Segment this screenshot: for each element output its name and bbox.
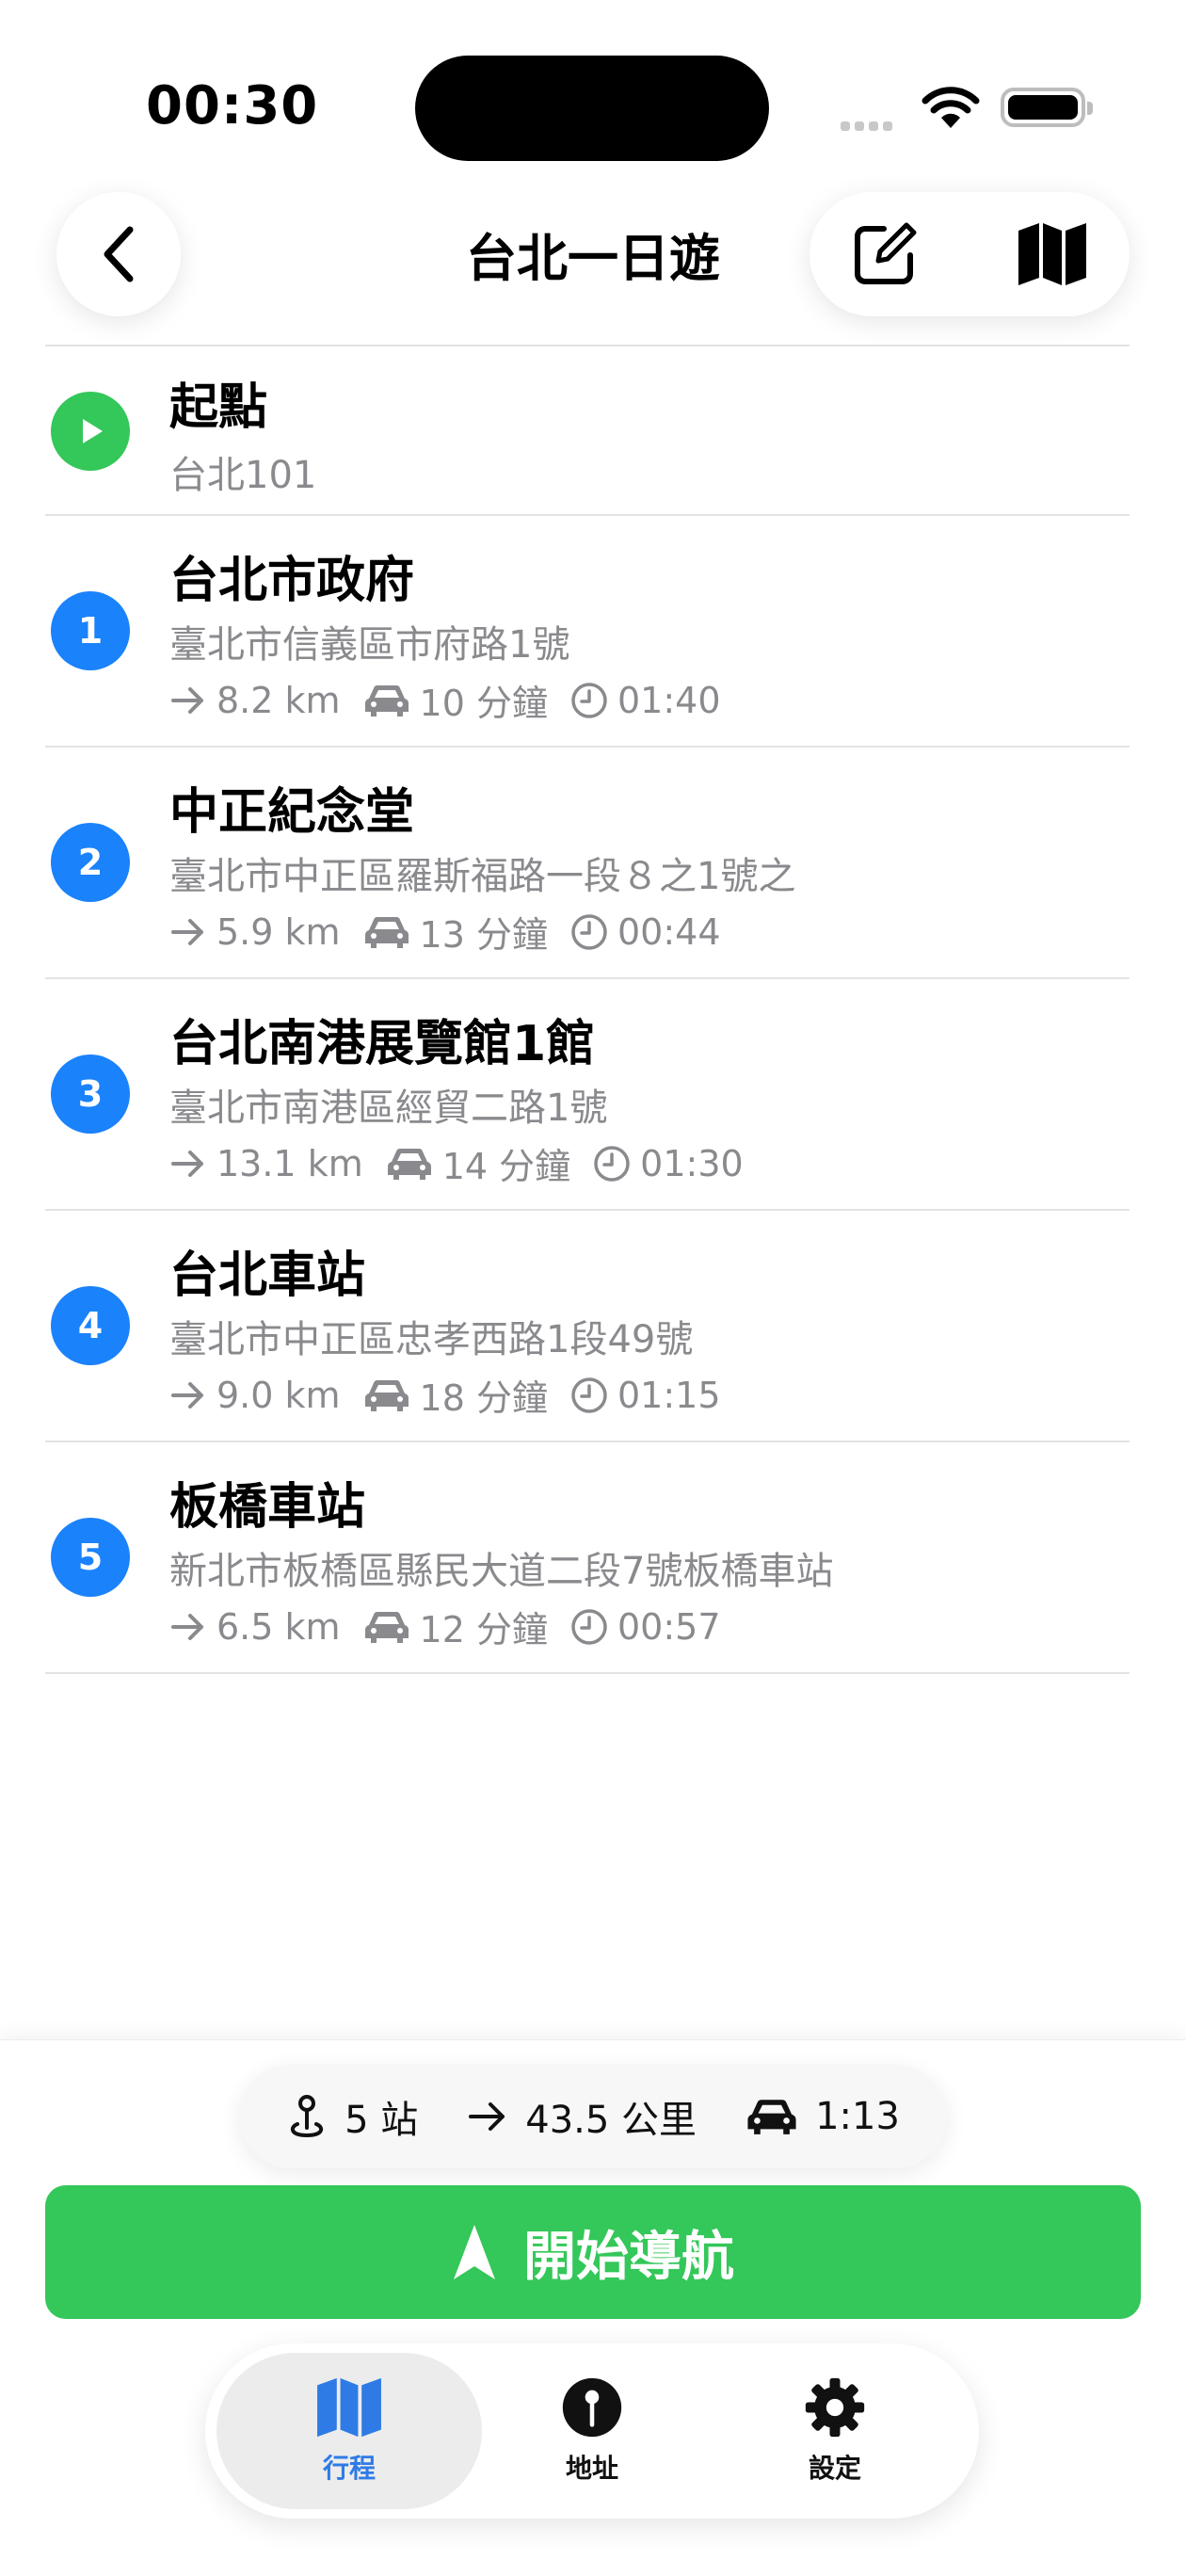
arrow-right-icon	[169, 1612, 207, 1642]
stop-address: 臺北市南港區經貿二路1號	[169, 1087, 608, 1130]
stop-row[interactable]: 1 台北市政府 臺北市信義區市府路1號 8.2 km 10 分鐘 01:40	[45, 516, 1130, 748]
stops-container: 1 台北市政府 臺北市信義區市府路1號 8.2 km 10 分鐘 01:40 2…	[45, 516, 1130, 1674]
arrow-right-icon	[169, 917, 207, 947]
arrow-right-icon	[169, 1149, 207, 1179]
stop-number-badge: 5	[51, 1518, 130, 1597]
tab-bar: 行程 地址 設定	[205, 2343, 979, 2519]
clock-icon	[593, 1145, 631, 1183]
tab-settings[interactable]: 設定	[702, 2353, 968, 2509]
stop-row[interactable]: 2 中正紀念堂 臺北市中正區羅斯福路一段８之1號之 5.9 km 13 分鐘 0…	[45, 748, 1130, 979]
stop-name: 台北南港展覽館1館	[169, 1016, 596, 1072]
stop-meta: 6.5 km 12 分鐘 00:57	[169, 1601, 744, 1652]
summary-duration: 1:13	[815, 2095, 900, 2138]
stop-address: 臺北市信義區市府路1號	[169, 623, 570, 667]
stop-distance: 8.2 km	[216, 679, 341, 721]
navigation-arrow-icon	[452, 2223, 497, 2281]
start-point-row[interactable]: 起點 台北101	[45, 346, 1130, 516]
stop-distance: 6.5 km	[216, 1605, 341, 1648]
route-summary: 5 站 43.5 公里 1:13	[239, 2065, 947, 2168]
page-title: 台北一日遊	[466, 229, 720, 288]
tab-route[interactable]: 行程	[216, 2353, 482, 2509]
clock-icon	[570, 1377, 608, 1414]
status-bar: 00:30	[0, 0, 1186, 188]
start-label: 起點	[169, 379, 268, 436]
stop-name: 台北市政府	[169, 553, 415, 609]
tab-address[interactable]: 地址	[459, 2353, 725, 2509]
stop-row[interactable]: 5 板橋車站 新北市板橋區縣民大道二段7號板橋車站 6.5 km 12 分鐘 0…	[45, 1442, 1130, 1674]
car-icon	[363, 684, 410, 717]
stop-distance: 5.9 km	[216, 910, 341, 953]
start-address: 台北101	[169, 454, 317, 497]
car-icon	[745, 2098, 798, 2135]
map-icon	[315, 2376, 383, 2439]
stop-list: 起點 台北101 1 台北市政府 臺北市信義區市府路1號 8.2 km 10 分…	[45, 345, 1130, 1674]
tab-settings-label: 設定	[808, 2453, 861, 2484]
car-icon	[386, 1147, 433, 1181]
play-icon	[51, 392, 130, 471]
battery-icon	[1001, 88, 1093, 127]
header-actions	[809, 192, 1130, 316]
stop-number-badge: 2	[51, 823, 130, 902]
clock-icon	[570, 682, 608, 719]
wifi-icon	[921, 85, 981, 134]
pin-icon	[558, 2376, 626, 2439]
arrow-right-icon	[169, 685, 207, 716]
start-navigation-button[interactable]: 開始導航	[45, 2185, 1141, 2319]
stop-meta: 5.9 km 13 分鐘 00:44	[169, 906, 744, 958]
stop-meta: 8.2 km 10 分鐘 01:40	[169, 674, 744, 726]
stop-meta: 13.1 km 14 分鐘 01:30	[169, 1137, 766, 1189]
summary-stops: 5 站	[345, 2099, 419, 2142]
stop-number-badge: 1	[51, 591, 130, 670]
start-navigation-label: 開始導航	[523, 2226, 734, 2288]
stop-drive-time: 13 分鐘	[419, 914, 548, 956]
map-icon	[1018, 223, 1086, 285]
stop-clock: 00:44	[617, 910, 721, 953]
bottom-panel: 5 站 43.5 公里 1:13 開始導航 行程 地址 設定	[0, 2039, 1186, 2576]
car-icon	[363, 915, 410, 949]
stop-number-badge: 4	[51, 1286, 130, 1365]
back-button[interactable]	[56, 192, 181, 316]
stop-address: 新北市板橋區縣民大道二段7號板橋車站	[169, 1550, 834, 1593]
status-time: 00:30	[146, 75, 319, 137]
stop-row[interactable]: 4 台北車站 臺北市中正區忠孝西路1段49號 9.0 km 18 分鐘 01:1…	[45, 1211, 1130, 1442]
clock-icon	[570, 1608, 608, 1646]
stop-clock: 01:30	[640, 1142, 744, 1184]
arrow-right-icon	[169, 1380, 207, 1410]
stop-drive-time: 18 分鐘	[419, 1377, 548, 1419]
arrow-right-icon	[467, 2101, 508, 2133]
stop-name: 台北車站	[169, 1248, 366, 1304]
dynamic-island	[415, 56, 769, 161]
stop-address: 臺北市中正區羅斯福路一段８之1號之	[169, 855, 796, 898]
stop-drive-time: 12 分鐘	[419, 1609, 548, 1650]
stop-clock: 01:40	[617, 679, 721, 721]
stop-clock: 01:15	[617, 1374, 721, 1416]
car-icon	[363, 1378, 410, 1412]
cellular-signal-icon	[841, 117, 897, 135]
car-icon	[363, 1610, 410, 1644]
map-button[interactable]	[1015, 217, 1090, 292]
header: 台北一日遊	[0, 188, 1186, 348]
edit-icon	[855, 222, 917, 284]
stop-row[interactable]: 3 台北南港展覽館1館 臺北市南港區經貿二路1號 13.1 km 14 分鐘 0…	[45, 979, 1130, 1211]
stop-drive-time: 14 分鐘	[441, 1146, 571, 1187]
stop-number-badge: 3	[51, 1055, 130, 1134]
clock-icon	[570, 913, 608, 951]
tab-address-label: 地址	[565, 2453, 618, 2484]
stop-address: 臺北市中正區忠孝西路1段49號	[169, 1318, 694, 1361]
stop-name: 中正紀念堂	[169, 784, 415, 841]
stop-meta: 9.0 km 18 分鐘 01:15	[169, 1369, 744, 1421]
chevron-left-icon	[104, 226, 134, 282]
stop-clock: 00:57	[617, 1605, 721, 1648]
stop-drive-time: 10 分鐘	[419, 683, 548, 724]
stop-distance: 9.0 km	[216, 1374, 341, 1416]
edit-button[interactable]	[847, 217, 922, 292]
summary-distance: 43.5 公里	[525, 2099, 697, 2142]
stop-name: 板橋車站	[169, 1479, 366, 1536]
stop-distance: 13.1 km	[216, 1142, 363, 1184]
tab-route-label: 行程	[322, 2453, 376, 2484]
pin-stand-icon	[286, 2094, 328, 2139]
gear-icon	[801, 2376, 869, 2439]
